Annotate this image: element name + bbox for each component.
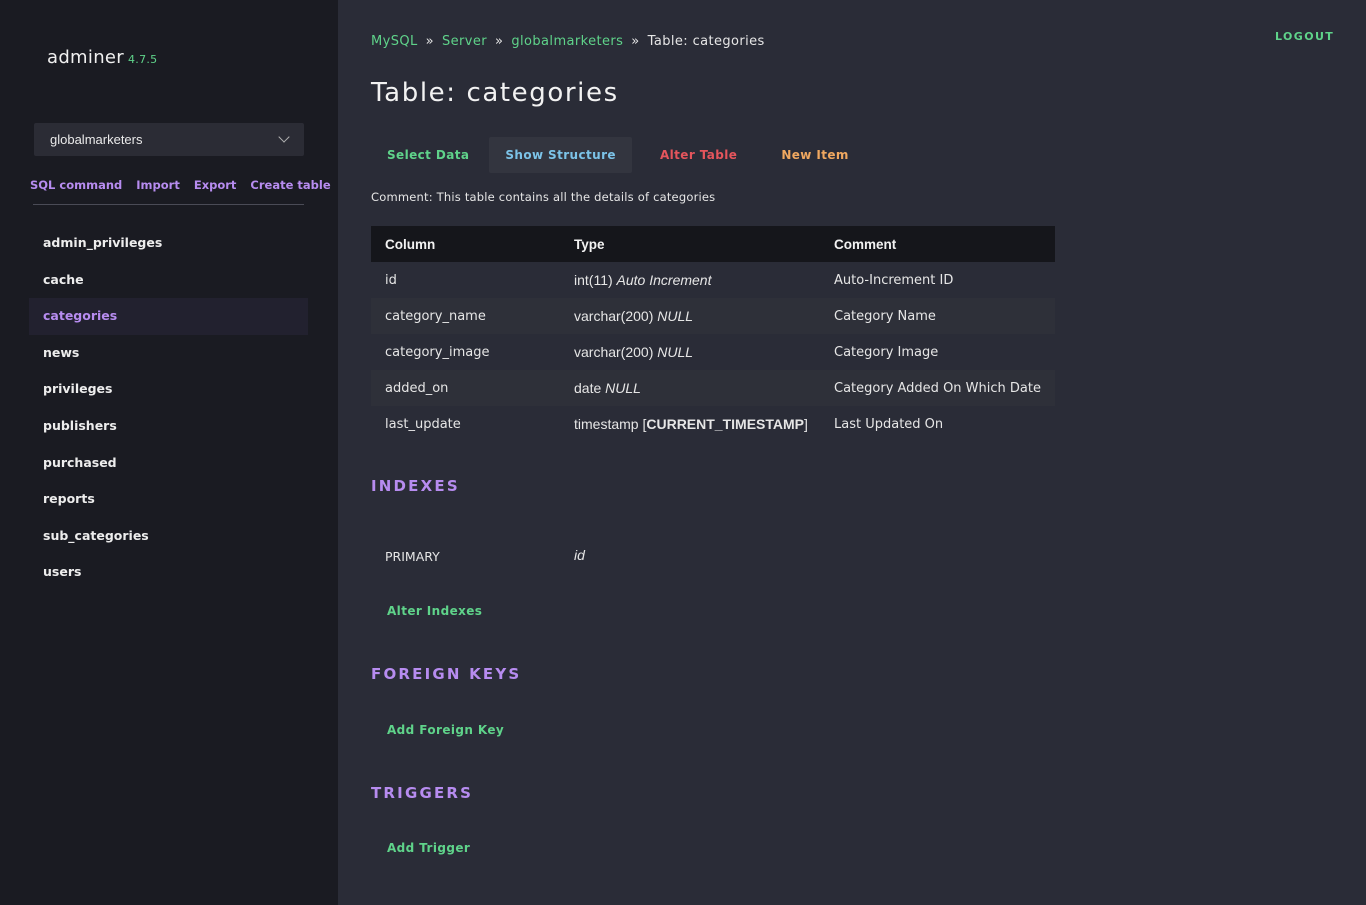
cell-comment: Category Name bbox=[820, 298, 1055, 334]
indexes-heading: INDEXES bbox=[371, 477, 460, 495]
table-item-purchased[interactable]: purchased bbox=[29, 445, 308, 482]
cell-comment: Auto-Increment ID bbox=[834, 272, 954, 288]
sql-command-link[interactable]: SQL command bbox=[30, 178, 122, 204]
tab-alter-table[interactable]: Alter Table bbox=[644, 137, 753, 173]
table-item-categories[interactable]: categories bbox=[29, 298, 308, 335]
breadcrumb-database[interactable]: globalmarketers bbox=[511, 34, 623, 49]
cell-column: last_update bbox=[385, 416, 461, 432]
type-extra: NULL bbox=[657, 308, 694, 324]
type-extra: Auto Increment bbox=[616, 272, 712, 288]
logout-button[interactable]: LOGOUT bbox=[1275, 30, 1334, 43]
cell-type: varchar(200) NULL bbox=[560, 298, 820, 334]
add-trigger-link[interactable]: Add Trigger bbox=[387, 841, 470, 855]
triggers-heading: TRIGGERS bbox=[371, 784, 474, 802]
type-extra: NULL bbox=[605, 380, 641, 396]
sidebar-divider bbox=[33, 204, 304, 205]
cell-comment: Last Updated On bbox=[834, 416, 944, 432]
table-tabs: Select Data Show Structure Alter Table N… bbox=[371, 137, 865, 173]
alter-indexes-link[interactable]: Alter Indexes bbox=[387, 604, 482, 618]
type-name: varchar(200) bbox=[574, 344, 654, 360]
column-header-type: Type bbox=[560, 226, 820, 262]
create-table-link[interactable]: Create table bbox=[250, 178, 330, 204]
cell-type: int(11) Auto Increment bbox=[560, 262, 820, 298]
breadcrumb-current: Table: categories bbox=[647, 34, 765, 49]
chevron-down-icon bbox=[278, 131, 290, 143]
foreign-keys-heading: FOREIGN KEYS bbox=[371, 665, 522, 683]
tab-show-structure[interactable]: Show Structure bbox=[489, 137, 632, 173]
table-item-reports[interactable]: reports bbox=[29, 481, 308, 518]
page-title: Table: categories bbox=[371, 78, 619, 108]
index-columns: id bbox=[574, 547, 585, 563]
table-item-users[interactable]: users bbox=[29, 554, 308, 591]
type-name: int(11) bbox=[574, 272, 613, 288]
type-default: CURRENT_TIMESTAMP bbox=[646, 416, 804, 432]
database-select-value: globalmarketers bbox=[50, 132, 143, 147]
export-link[interactable]: Export bbox=[194, 178, 237, 204]
column-header-column: Column bbox=[371, 226, 560, 262]
import-link[interactable]: Import bbox=[136, 178, 180, 204]
breadcrumb-separator: » bbox=[425, 34, 434, 49]
table-row: category_name varchar(200) NULL Category… bbox=[371, 298, 1055, 334]
type-name: varchar(200) bbox=[574, 308, 654, 324]
sidebar-links: SQL command Import Export Create table bbox=[30, 178, 331, 204]
table-item-privileges[interactable]: privileges bbox=[29, 371, 308, 408]
type-name: date bbox=[574, 380, 602, 396]
table-item-admin-privileges[interactable]: admin_privileges bbox=[29, 225, 308, 262]
table-header-row: Column Type Comment bbox=[371, 226, 1055, 262]
cell-type: timestamp [CURRENT_TIMESTAMP] bbox=[574, 416, 808, 432]
database-select[interactable]: globalmarketers bbox=[34, 123, 304, 156]
cell-comment: Category Added On Which Date bbox=[820, 370, 1055, 406]
table-item-sub-categories[interactable]: sub_categories bbox=[29, 518, 308, 555]
index-type: PRIMARY bbox=[385, 549, 440, 564]
table-list: admin_privileges cache categories news p… bbox=[29, 225, 308, 591]
sidebar: adminer 4.7.5 globalmarketers SQL command… bbox=[0, 0, 338, 905]
breadcrumb-server[interactable]: Server bbox=[442, 34, 487, 49]
breadcrumb-separator: » bbox=[495, 34, 504, 49]
table-row: last_update timestamp [CURRENT_TIMESTAMP… bbox=[371, 406, 1055, 442]
cell-column: id bbox=[385, 272, 397, 288]
table-row: added_on date NULL Category Added On Whi… bbox=[371, 370, 1055, 406]
cell-column: category_name bbox=[371, 298, 560, 334]
cell-column: added_on bbox=[371, 370, 560, 406]
table-row: category_image varchar(200) NULL Categor… bbox=[371, 334, 1055, 370]
cell-type: varchar(200) NULL bbox=[560, 334, 820, 370]
app-version: 4.7.5 bbox=[127, 53, 158, 66]
cell-comment: Category Image bbox=[834, 344, 939, 360]
breadcrumb-mysql[interactable]: MySQL bbox=[371, 34, 418, 49]
column-header-comment: Comment bbox=[820, 226, 1055, 262]
type-extra: NULL bbox=[657, 344, 694, 360]
table-item-publishers[interactable]: publishers bbox=[29, 408, 308, 445]
breadcrumb: MySQL » Server » globalmarketers » Table: cate… bbox=[371, 34, 765, 49]
tab-select-data[interactable]: Select Data bbox=[371, 137, 485, 173]
structure-table: Column Type Comment id int(11) Auto Incr… bbox=[371, 226, 1055, 442]
add-foreign-key-link[interactable]: Add Foreign Key bbox=[387, 723, 504, 737]
table-row: id int(11) Auto Increment Auto-Increment… bbox=[371, 262, 1055, 298]
table-item-news[interactable]: news bbox=[29, 335, 308, 372]
cell-column: category_image bbox=[385, 344, 490, 360]
app-name: adminer bbox=[47, 47, 124, 68]
table-item-cache[interactable]: cache bbox=[29, 262, 308, 299]
table-comment: Comment: This table contains all the det… bbox=[371, 190, 716, 204]
cell-type: date NULL bbox=[560, 370, 820, 406]
breadcrumb-separator: » bbox=[631, 34, 640, 49]
app-logo[interactable]: adminer 4.7.5 bbox=[47, 47, 157, 68]
tab-new-item[interactable]: New Item bbox=[765, 137, 865, 173]
type-name: timestamp bbox=[574, 416, 639, 432]
